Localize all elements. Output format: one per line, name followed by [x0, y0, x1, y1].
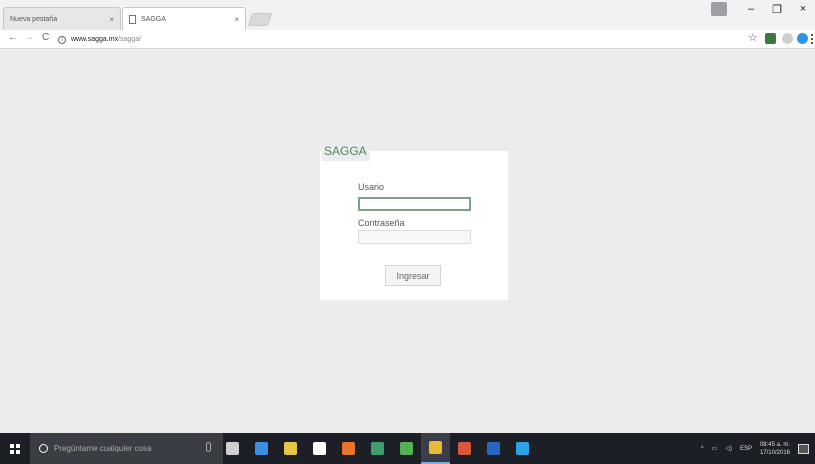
windows-logo-icon	[10, 443, 20, 454]
volume-icon[interactable]: ◁)	[725, 445, 732, 452]
clock[interactable]: 08:45 a. m. 17/10/2016	[760, 441, 790, 457]
battery-icon[interactable]: ▭	[712, 445, 718, 452]
taskbar-app[interactable]	[305, 433, 334, 464]
profile-icon[interactable]	[711, 2, 727, 16]
browser-menu-icon[interactable]	[811, 34, 813, 44]
taskbar-app[interactable]	[363, 433, 392, 464]
app-green-icon	[371, 442, 384, 455]
task-view-icon	[226, 442, 239, 455]
store-icon	[313, 442, 326, 455]
reload-button[interactable]: C	[42, 32, 49, 43]
tab-close-icon[interactable]: ×	[234, 15, 239, 24]
login-form: SAGGA Usario Contraseña Ingresar	[320, 141, 508, 300]
taskbar-app[interactable]	[334, 433, 363, 464]
tab-close-icon[interactable]: ×	[109, 15, 114, 24]
extension-icon[interactable]	[765, 33, 776, 44]
window-controls: – ❐ ×	[711, 2, 809, 16]
clock-time: 08:45 a. m.	[759, 441, 790, 448]
tab-title: SAGGA	[141, 15, 166, 23]
tab-sagga[interactable]: SAGGA ×	[122, 7, 246, 30]
taskbar-search[interactable]: Pregúntame cualquier cosa	[30, 433, 223, 464]
extension-icon[interactable]	[797, 33, 808, 44]
url-host: www.sagga.mx	[71, 36, 119, 43]
page-content: SAGGA Usario Contraseña Ingresar	[0, 50, 815, 433]
edge-icon	[255, 442, 268, 455]
maximize-button[interactable]: ❐	[771, 3, 783, 16]
clock-date: 17/10/2016	[759, 449, 790, 456]
taskbar-app[interactable]	[247, 433, 276, 464]
notifications-icon[interactable]	[798, 443, 809, 454]
username-label: Usario	[358, 182, 385, 192]
tray-chevron-icon[interactable]: ^	[701, 446, 704, 452]
password-label: Contraseña	[358, 218, 405, 228]
forward-button[interactable]: →	[24, 32, 34, 43]
taskbar-app[interactable]	[450, 433, 479, 464]
back-button[interactable]: ←	[8, 32, 18, 43]
app-green2-icon	[400, 442, 413, 455]
word-icon	[487, 442, 500, 455]
url-path: /sagga/	[118, 36, 142, 43]
password-input[interactable]	[358, 230, 471, 244]
microphone-icon[interactable]	[206, 442, 211, 452]
start-button[interactable]	[0, 433, 30, 464]
bookmark-star-icon[interactable]: ☆	[748, 31, 758, 44]
tab-nueva-pestana[interactable]: Nueva pestaña ×	[3, 7, 121, 30]
taskbar-app[interactable]	[421, 433, 450, 464]
extension-icon[interactable]	[782, 33, 793, 44]
powerpoint-icon	[458, 442, 471, 455]
search-placeholder: Pregúntame cualquier cosa	[54, 444, 152, 453]
cortana-icon	[39, 444, 48, 453]
skype-icon	[516, 442, 529, 455]
taskbar-app[interactable]	[392, 433, 421, 464]
form-title: SAGGA	[322, 141, 370, 161]
taskbar-apps	[218, 433, 537, 464]
info-icon[interactable]: i	[58, 35, 66, 44]
page-icon	[129, 14, 136, 24]
system-tray: ^ ▭ ◁) ESP 08:45 a. m. 17/10/2016	[701, 433, 815, 464]
browser-toolbar: ← → C i www.sagga.mx /sagga/ ☆	[0, 30, 815, 49]
taskbar-app[interactable]	[479, 433, 508, 464]
taskbar-app[interactable]	[218, 433, 247, 464]
file-explorer-icon	[284, 442, 297, 455]
address-bar[interactable]: i www.sagga.mx /sagga/	[58, 32, 740, 47]
language-indicator[interactable]: ESP	[740, 446, 752, 452]
minimize-button[interactable]: –	[745, 3, 757, 15]
taskbar-app[interactable]	[508, 433, 537, 464]
login-button[interactable]: Ingresar	[385, 265, 441, 286]
taskbar-app[interactable]	[276, 433, 305, 464]
username-input[interactable]	[358, 197, 471, 211]
tab-title: Nueva pestaña	[10, 15, 58, 23]
browser-tabstrip: Nueva pestaña × SAGGA × – ❐ ×	[0, 0, 815, 30]
chrome-icon	[429, 441, 442, 454]
app-orange-icon	[342, 442, 355, 455]
close-window-button[interactable]: ×	[797, 3, 809, 15]
new-tab-button[interactable]	[247, 13, 273, 26]
taskbar: Pregúntame cualquier cosa ^ ▭ ◁) ESP 08:…	[0, 433, 815, 464]
